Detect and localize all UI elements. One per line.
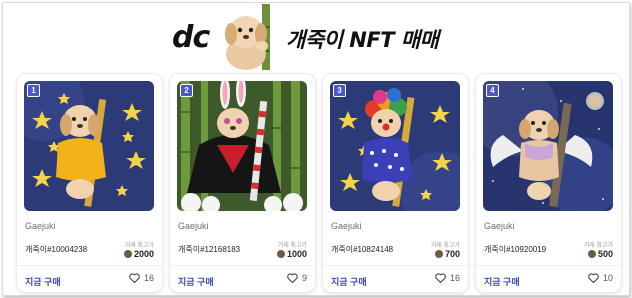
- coin-icon: [276, 250, 285, 258]
- like-count: 16: [449, 273, 460, 283]
- price-row: 700: [434, 249, 460, 259]
- heart-icon: [435, 273, 446, 283]
- heart-icon: [287, 273, 298, 283]
- like-count: 9: [301, 273, 307, 283]
- puppy-bunny-ears-icon: [177, 81, 307, 211]
- coin-icon: [123, 250, 132, 258]
- dc-logo[interactable]: dc: [172, 20, 210, 55]
- price-row: 1000: [276, 249, 307, 259]
- nft-card[interactable]: 3 Gaejuki 개죽이#10824148 거래 최고가 700 지금 구매 …: [322, 73, 469, 293]
- card-number-badge: 3: [333, 84, 346, 97]
- price-row: 500: [587, 249, 613, 259]
- nft-artwork[interactable]: 4: [483, 81, 613, 211]
- like-count: 16: [143, 273, 154, 283]
- nft-artwork[interactable]: 1: [24, 81, 154, 211]
- collection-name[interactable]: Gaejuki: [484, 221, 515, 231]
- puppy-clown-wig-icon: [330, 81, 460, 211]
- card-divider: [17, 265, 162, 266]
- nft-card[interactable]: 4 Gaejuki 개죽이#10920019 거래 최고가 500 지금 구매 …: [475, 73, 622, 293]
- like-button[interactable]: 16: [435, 273, 460, 283]
- nft-artwork[interactable]: 2: [177, 81, 307, 211]
- puppy-angel-wings-icon: [483, 81, 613, 211]
- like-button[interactable]: 16: [129, 273, 154, 283]
- price-value: 1000: [286, 249, 307, 259]
- price-value: 700: [444, 249, 460, 259]
- collection-name[interactable]: Gaejuki: [331, 221, 362, 231]
- buy-now-button[interactable]: 지금 구매: [178, 275, 214, 288]
- price-label: 거래 최고가: [583, 243, 613, 249]
- price-value: 500: [597, 249, 613, 259]
- price-label: 거래 최고가: [430, 243, 460, 249]
- header: dc 개죽이 NFT 매매: [0, 0, 632, 70]
- card-number-badge: 1: [27, 84, 40, 97]
- like-button[interactable]: 9: [287, 273, 307, 283]
- nft-card[interactable]: 2 Gaejuki 개죽이#12168183 거래 최고가 1000 지금 구매…: [169, 73, 316, 293]
- like-button[interactable]: 10: [588, 273, 613, 283]
- price-label: 거래 최고가: [124, 243, 154, 249]
- token-name: 개죽이#10920019: [484, 245, 547, 254]
- price-value: 2000: [133, 249, 154, 259]
- heart-icon: [588, 273, 599, 283]
- nft-card[interactable]: 1 Gaejuki 개죽이#10004238 거래 최고가 2000 지금 구매…: [16, 73, 163, 293]
- buy-now-button[interactable]: 지금 구매: [331, 275, 367, 288]
- card-number-badge: 2: [180, 84, 193, 97]
- puppy-yellow-shirt-icon: [24, 81, 154, 211]
- price-row: 2000: [123, 249, 154, 259]
- buy-now-button[interactable]: 지금 구매: [484, 275, 520, 288]
- like-count: 10: [602, 273, 613, 283]
- price-label: 거래 최고가: [277, 243, 307, 249]
- token-name: 개죽이#10004238: [25, 245, 88, 254]
- puppy-mascot-icon: [218, 4, 288, 70]
- card-divider: [476, 265, 621, 266]
- collection-name[interactable]: Gaejuki: [178, 221, 209, 231]
- token-name: 개죽이#12168183: [178, 245, 241, 254]
- card-divider: [323, 265, 468, 266]
- collection-name[interactable]: Gaejuki: [25, 221, 56, 231]
- card-divider: [170, 265, 315, 266]
- buy-now-button[interactable]: 지금 구매: [25, 275, 61, 288]
- coin-icon: [434, 250, 443, 258]
- nft-artwork[interactable]: 3: [330, 81, 460, 211]
- page-title: 개죽이 NFT 매매: [286, 28, 439, 52]
- card-number-badge: 4: [486, 84, 499, 97]
- token-name: 개죽이#10824148: [331, 245, 394, 254]
- coin-icon: [587, 250, 596, 258]
- heart-icon: [129, 273, 140, 283]
